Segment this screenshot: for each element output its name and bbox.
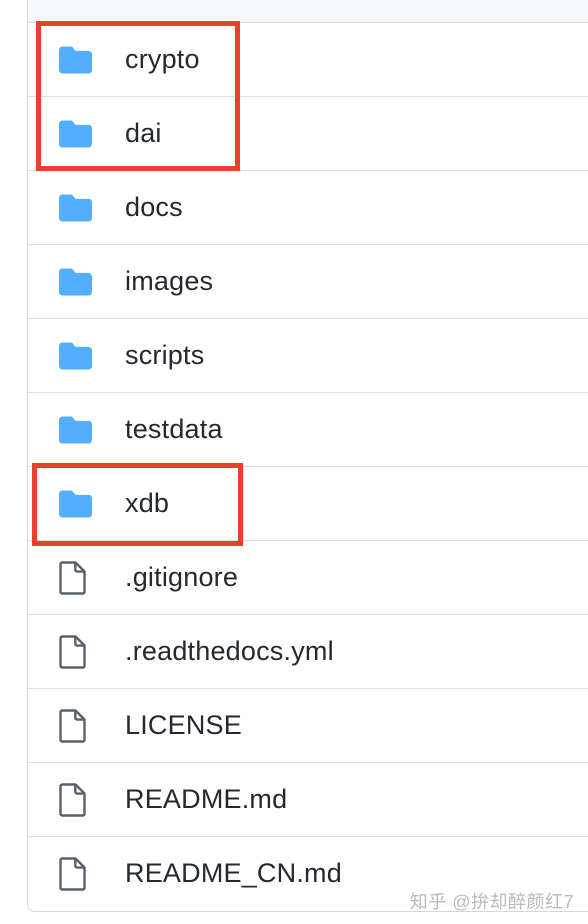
folder-icon xyxy=(59,120,92,147)
file-list-header-strip xyxy=(28,0,588,23)
folder-name-link[interactable]: xdb xyxy=(125,487,169,518)
folder-icon xyxy=(59,342,92,369)
folder-row[interactable]: crypto xyxy=(28,23,588,97)
folder-name-link[interactable]: dai xyxy=(125,117,162,148)
file-row[interactable]: .readthedocs.yml xyxy=(28,615,588,689)
file-name-link[interactable]: .gitignore xyxy=(125,561,238,592)
file-name-link[interactable]: .readthedocs.yml xyxy=(125,635,334,666)
folder-name-link[interactable]: testdata xyxy=(125,413,223,444)
folder-row[interactable]: docs xyxy=(28,171,588,245)
folder-row[interactable]: testdata xyxy=(28,393,588,467)
file-list: crypto dai docs images scripts testdata xdb .gi… xyxy=(27,0,588,912)
watermark: 知乎 @拚却醉颜红7 xyxy=(409,892,574,912)
folder-icon xyxy=(59,416,92,443)
folder-icon xyxy=(59,268,92,295)
folder-row[interactable]: scripts xyxy=(28,319,588,393)
folder-row[interactable]: images xyxy=(28,245,588,319)
folder-name-link[interactable]: images xyxy=(125,265,213,296)
file-icon xyxy=(59,782,86,817)
folder-row[interactable]: xdb xyxy=(28,467,588,541)
folder-name-link[interactable]: docs xyxy=(125,191,183,222)
folder-icon xyxy=(59,46,92,73)
file-name-link[interactable]: README_CN.md xyxy=(125,858,342,889)
file-name-link[interactable]: README.md xyxy=(125,783,287,814)
folder-name-link[interactable]: crypto xyxy=(125,43,200,74)
screenshot-canvas: crypto dai docs images scripts testdata xdb .gi… xyxy=(0,0,588,924)
file-icon xyxy=(59,708,86,743)
file-row[interactable]: README.md xyxy=(28,763,588,837)
file-icon xyxy=(59,857,86,891)
file-row[interactable]: .gitignore xyxy=(28,541,588,615)
folder-icon xyxy=(59,194,92,221)
file-name-link[interactable]: LICENSE xyxy=(125,709,242,740)
file-icon xyxy=(59,634,86,669)
folder-row[interactable]: dai xyxy=(28,97,588,171)
folder-name-link[interactable]: scripts xyxy=(125,339,204,370)
file-row[interactable]: LICENSE xyxy=(28,689,588,763)
folder-icon xyxy=(59,490,92,517)
file-icon xyxy=(59,560,86,595)
